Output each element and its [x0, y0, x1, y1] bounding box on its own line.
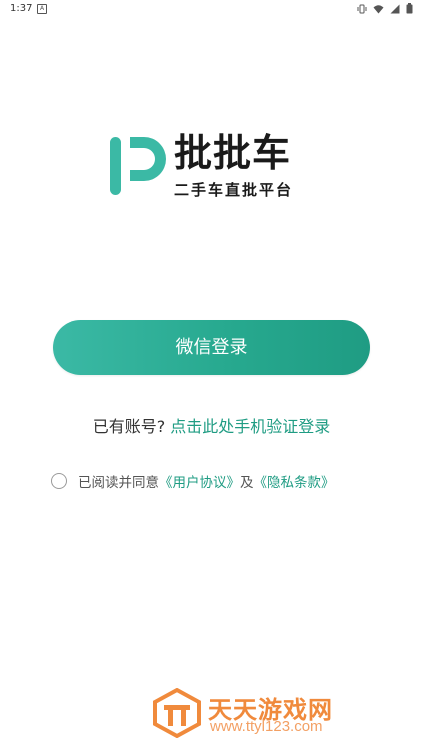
agreement-checkbox[interactable] [51, 473, 67, 489]
notification-icon: A [37, 4, 47, 14]
brand-logo: 批批车 二手车直批平台 [108, 127, 318, 199]
logo-p-icon [110, 137, 166, 195]
brand-tagline: 二手车直批平台 [174, 181, 294, 199]
phone-login-row: 已有账号? 点击此处手机验证登录 [0, 413, 423, 437]
privacy-policy-link[interactable]: 《隐私条款》 [254, 471, 335, 491]
watermark-logo-icon [153, 688, 201, 738]
wechat-login-button[interactable]: 微信登录 [53, 320, 370, 375]
status-time: 1:37 [10, 3, 33, 14]
status-icons [357, 3, 413, 14]
phone-login-link[interactable]: 点击此处手机验证登录 [170, 417, 330, 436]
vibrate-icon [357, 4, 367, 13]
agreement-prefix: 已阅读并同意 [78, 475, 159, 491]
agreement-connector: 及 [240, 475, 254, 491]
battery-icon [406, 3, 413, 14]
status-bar: 1:37 A [0, 0, 423, 18]
brand-name: 批批车 [174, 131, 292, 175]
wifi-icon [373, 4, 384, 13]
phone-login-prompt: 已有账号? [92, 417, 166, 436]
watermark-url: www.ttyl123.com [210, 718, 323, 735]
agreement-row: 已阅读并同意 《用户协议》 及 《隐私条款》 [51, 471, 335, 491]
signal-icon [390, 4, 400, 13]
login-screen: 1:37 A 批批车 二手车直批平台 微信登录 已有账号? 点击此处手机验证登录… [0, 0, 423, 753]
watermark: 天天游戏网 www.ttyl123.com [152, 688, 382, 740]
user-agreement-link[interactable]: 《用户协议》 [159, 471, 240, 491]
